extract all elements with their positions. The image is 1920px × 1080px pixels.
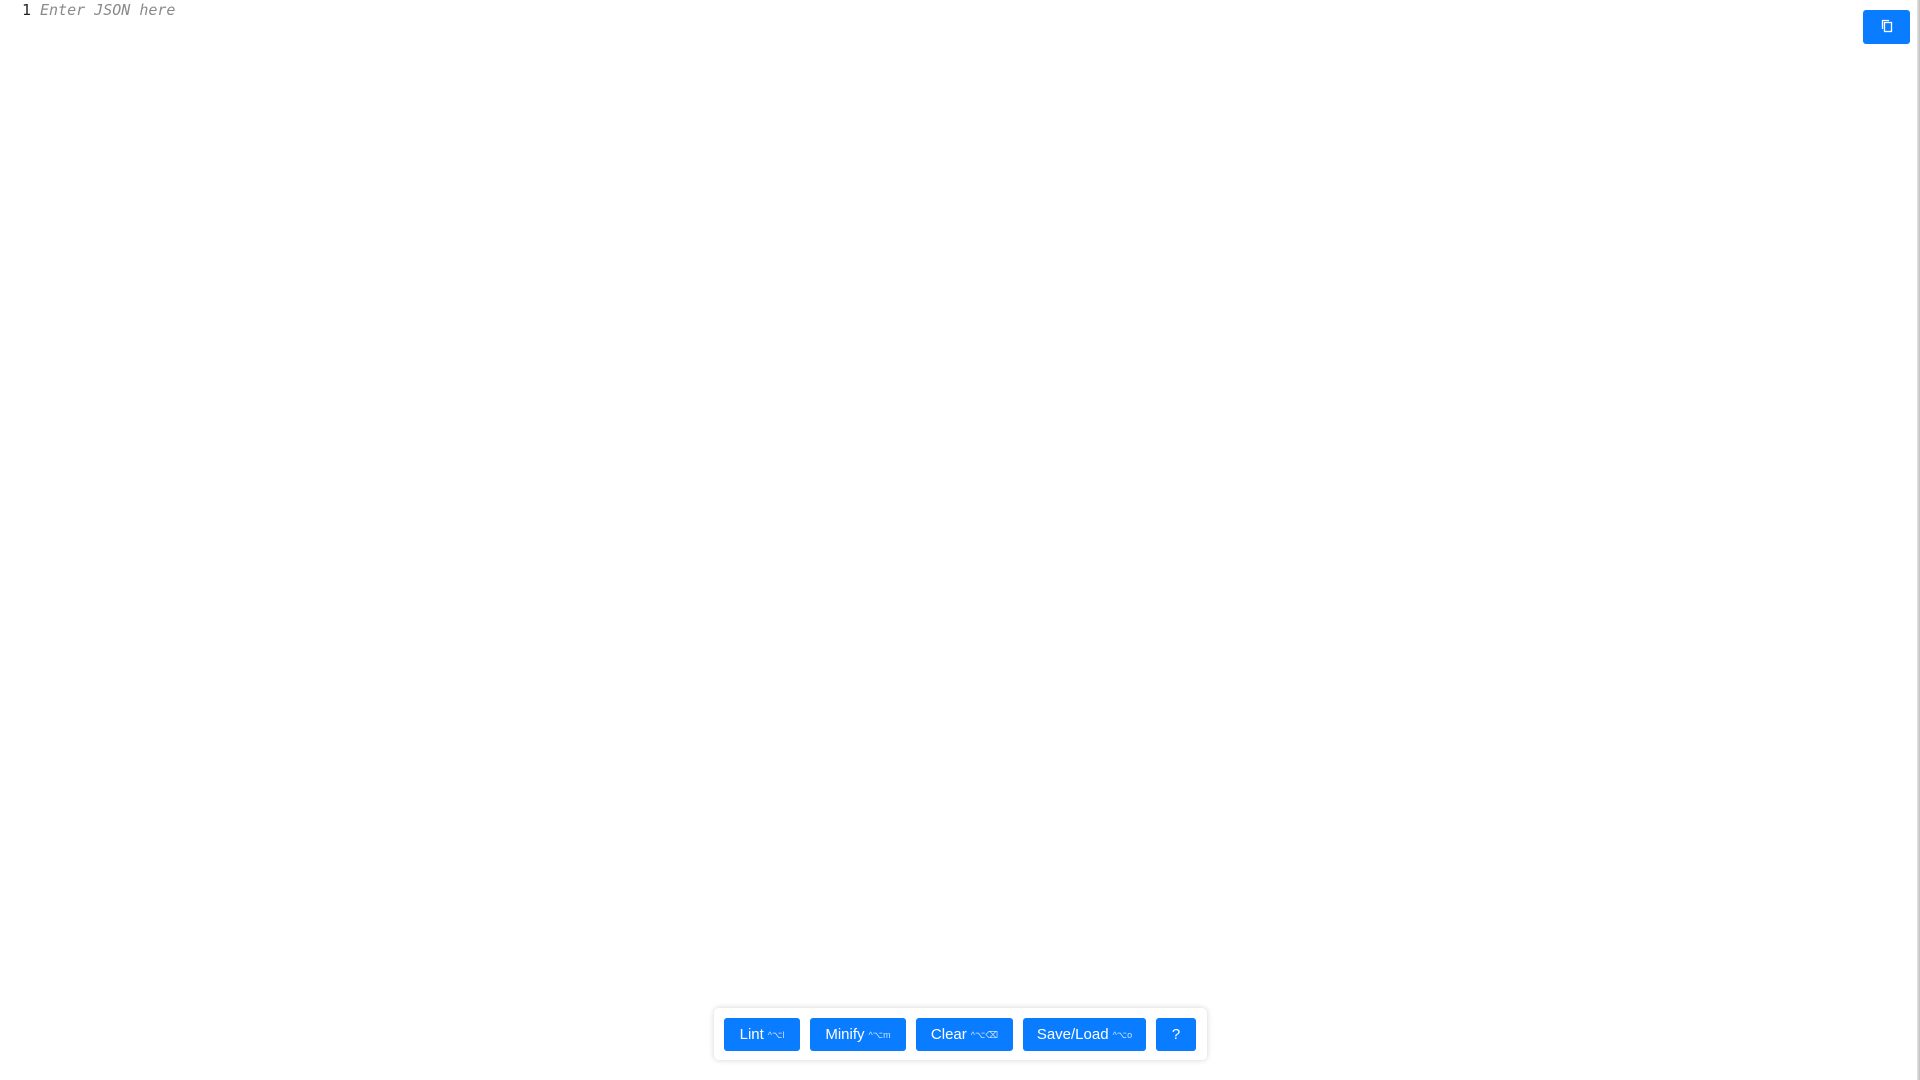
lint-shortcut: ^⌥l — [767, 1030, 785, 1040]
bottom-toolbar: Lint ^⌥l Minify ^⌥m Clear ^⌥⌫ Save/Load … — [714, 1008, 1207, 1060]
json-editor-page: 1 Enter JSON here Lint ^⌥l Minify ^⌥m Cl… — [0, 0, 1920, 1080]
clear-button[interactable]: Clear ^⌥⌫ — [916, 1018, 1013, 1051]
json-editor[interactable]: 1 Enter JSON here — [0, 0, 1918, 1080]
lint-button-label: Lint — [739, 1026, 764, 1043]
help-button[interactable]: ? — [1156, 1018, 1196, 1051]
editor-placeholder[interactable]: Enter JSON here — [40, 1, 175, 19]
minify-button[interactable]: Minify ^⌥m — [810, 1018, 906, 1051]
help-button-label: ? — [1171, 1026, 1181, 1043]
lint-button[interactable]: Lint ^⌥l — [724, 1018, 800, 1051]
save-load-button[interactable]: Save/Load ^⌥o — [1023, 1018, 1146, 1051]
save-load-button-label: Save/Load — [1036, 1026, 1109, 1043]
minify-shortcut: ^⌥m — [868, 1030, 891, 1040]
copy-button[interactable] — [1863, 10, 1910, 44]
save-load-shortcut: ^⌥o — [1112, 1030, 1133, 1040]
clear-button-label: Clear — [930, 1026, 967, 1043]
minify-button-label: Minify — [825, 1026, 865, 1043]
line-number: 1 — [21, 1, 31, 19]
clear-shortcut: ^⌥⌫ — [970, 1030, 999, 1040]
copy-icon — [1881, 19, 1893, 36]
editor-line: 1 Enter JSON here — [0, 0, 176, 20]
